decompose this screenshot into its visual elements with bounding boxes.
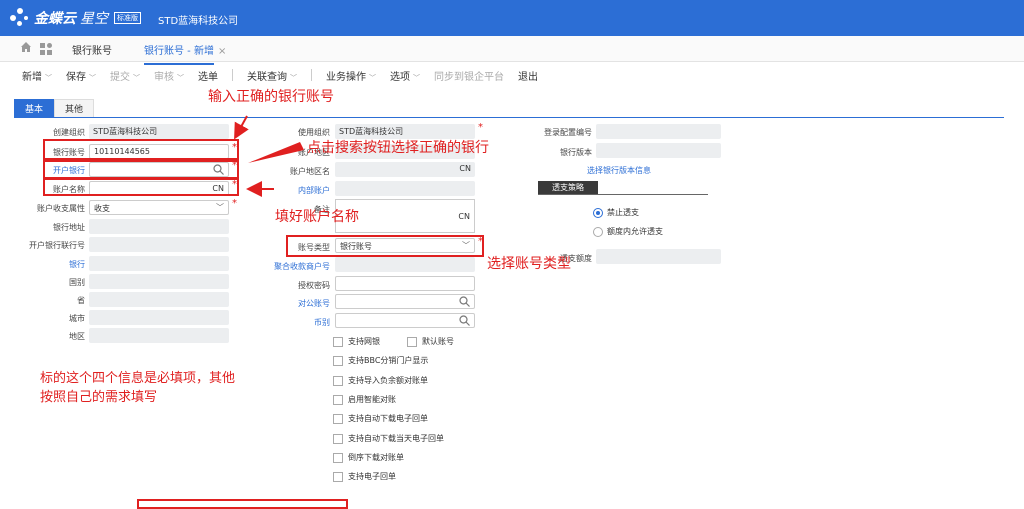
- annotation-account-no: 输入正确的银行账号: [208, 89, 334, 105]
- annotation-arrows: [234, 115, 304, 197]
- annotation-note-line1: 标的这个四个信息是必填项，其他: [40, 371, 236, 386]
- arrow-account-no: [234, 115, 249, 140]
- annotation-account-name: 填好账户名称: [275, 209, 359, 225]
- annotation-open-bank: 点击搜索按钮选择正确的银行: [307, 140, 489, 156]
- annotation-note-line2: 按照自己的需求填写: [40, 390, 158, 405]
- annotation-account-type: 选择账号类型: [487, 256, 571, 272]
- arrow-open-bank: [248, 142, 304, 163]
